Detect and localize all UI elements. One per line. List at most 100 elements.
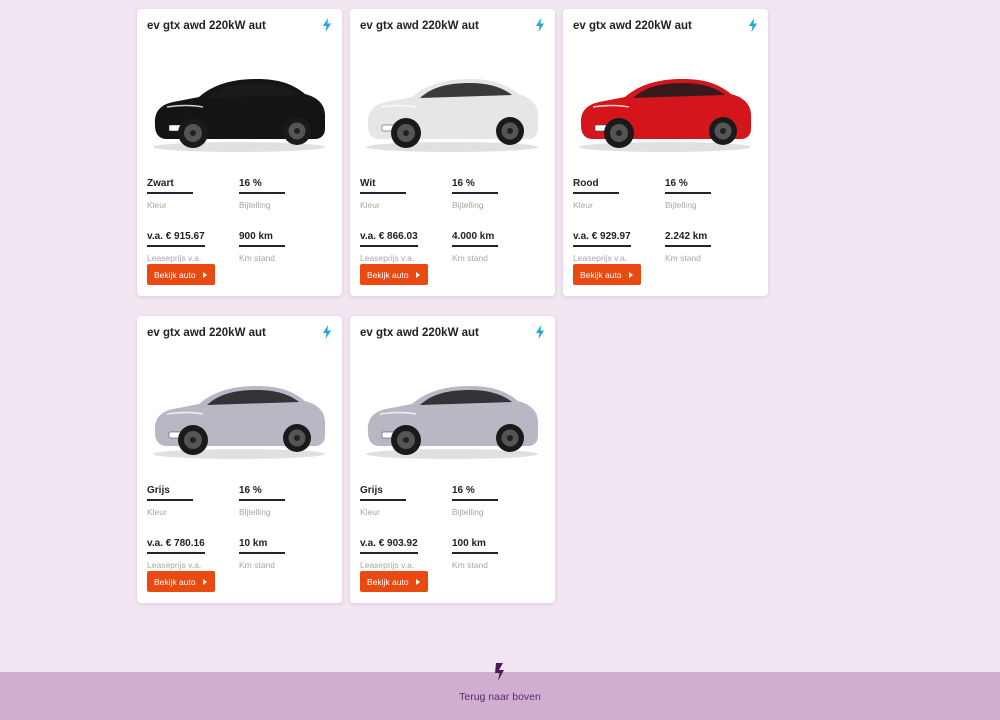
spec-km-value: 2.242 km xyxy=(665,231,711,247)
spec-price-value: v.a. € 929.97 xyxy=(573,231,631,247)
spec-price: v.a. € 929.97 Leaseprijs v.a. xyxy=(573,226,665,263)
caret-right-icon xyxy=(202,271,207,278)
car-image[interactable] xyxy=(573,55,758,155)
car-specs: Grijs Kleur 16 % Bijtelling v.a. € 903.9… xyxy=(360,480,545,570)
spec-color-label: Kleur xyxy=(360,200,380,210)
spec-color: Grijs Kleur xyxy=(360,480,452,517)
car-card: ev gtx awd 220kW aut Rood Kleur 16 % Bij… xyxy=(563,9,768,296)
spec-km-label: Km stand xyxy=(452,560,488,570)
spec-color: Rood Kleur xyxy=(573,173,665,210)
spec-price: v.a. € 903.92 Leaseprijs v.a. xyxy=(360,533,452,570)
bolt-icon[interactable] xyxy=(493,663,507,681)
spec-km-label: Km stand xyxy=(239,253,275,263)
car-title[interactable]: ev gtx awd 220kW aut xyxy=(573,19,743,33)
caret-right-icon xyxy=(202,578,207,585)
car-title[interactable]: ev gtx awd 220kW aut xyxy=(147,326,317,340)
spec-km: 10 km Km stand xyxy=(239,533,331,570)
caret-right-icon xyxy=(415,578,420,585)
car-image[interactable] xyxy=(360,362,545,462)
spec-price-value: v.a. € 915.67 xyxy=(147,231,205,247)
spec-tax: 16 % Bijtelling xyxy=(239,173,331,210)
spec-price-label: Leaseprijs v.a. xyxy=(147,560,202,570)
car-image[interactable] xyxy=(147,362,332,462)
spec-km-value: 900 km xyxy=(239,231,285,247)
car-title[interactable]: ev gtx awd 220kW aut xyxy=(360,326,530,340)
view-car-button[interactable]: Bekijk auto xyxy=(360,264,428,285)
spec-price-label: Leaseprijs v.a. xyxy=(360,560,415,570)
view-car-button[interactable]: Bekijk auto xyxy=(573,264,641,285)
spec-tax: 16 % Bijtelling xyxy=(239,480,331,517)
spec-color-value: Wit xyxy=(360,178,406,194)
car-grid: ev gtx awd 220kW aut Zwart Kleur 16 % Bi… xyxy=(137,9,777,603)
spec-color: Zwart Kleur xyxy=(147,173,239,210)
spec-km-label: Km stand xyxy=(665,253,701,263)
spec-color-label: Kleur xyxy=(360,507,380,517)
car-title[interactable]: ev gtx awd 220kW aut xyxy=(360,19,530,33)
back-to-top-link[interactable]: Terug naar boven xyxy=(0,691,1000,703)
spec-price: v.a. € 915.67 Leaseprijs v.a. xyxy=(147,226,239,263)
caret-right-icon xyxy=(415,271,420,278)
spec-price: v.a. € 780.16 Leaseprijs v.a. xyxy=(147,533,239,570)
spec-tax-label: Bijtelling xyxy=(452,507,484,517)
spec-price: v.a. € 866.03 Leaseprijs v.a. xyxy=(360,226,452,263)
spec-color-label: Kleur xyxy=(147,507,167,517)
bolt-icon xyxy=(749,18,757,32)
spec-price-label: Leaseprijs v.a. xyxy=(573,253,628,263)
spec-km-value: 10 km xyxy=(239,538,285,554)
car-card: ev gtx awd 220kW aut Grijs Kleur 16 % Bi… xyxy=(350,316,555,603)
car-specs: Wit Kleur 16 % Bijtelling v.a. € 866.03 … xyxy=(360,173,545,263)
spec-tax: 16 % Bijtelling xyxy=(452,173,544,210)
spec-tax-value: 16 % xyxy=(239,178,285,194)
bolt-icon xyxy=(536,325,544,339)
view-car-button-label: Bekijk auto xyxy=(367,576,409,587)
spec-tax: 16 % Bijtelling xyxy=(452,480,544,517)
spec-price-value: v.a. € 903.92 xyxy=(360,538,418,554)
caret-right-icon xyxy=(628,271,633,278)
spec-color-value: Grijs xyxy=(147,485,193,501)
spec-tax-value: 16 % xyxy=(239,485,285,501)
car-image[interactable] xyxy=(360,55,545,155)
view-car-button-label: Bekijk auto xyxy=(367,269,409,280)
spec-color-value: Zwart xyxy=(147,178,193,194)
view-car-button-label: Bekijk auto xyxy=(154,269,196,280)
car-card: ev gtx awd 220kW aut Wit Kleur 16 % Bijt… xyxy=(350,9,555,296)
spec-color-label: Kleur xyxy=(573,200,593,210)
car-card: ev gtx awd 220kW aut Grijs Kleur 16 % Bi… xyxy=(137,316,342,603)
spec-tax-label: Bijtelling xyxy=(452,200,484,210)
spec-km-label: Km stand xyxy=(239,560,275,570)
car-specs: Grijs Kleur 16 % Bijtelling v.a. € 780.1… xyxy=(147,480,332,570)
bolt-icon xyxy=(323,325,331,339)
car-card: ev gtx awd 220kW aut Zwart Kleur 16 % Bi… xyxy=(137,9,342,296)
car-specs: Zwart Kleur 16 % Bijtelling v.a. € 915.6… xyxy=(147,173,332,263)
spec-km: 900 km Km stand xyxy=(239,226,331,263)
spec-color-label: Kleur xyxy=(147,200,167,210)
spec-price-value: v.a. € 866.03 xyxy=(360,231,418,247)
spec-price-value: v.a. € 780.16 xyxy=(147,538,205,554)
bolt-icon xyxy=(536,18,544,32)
spec-km: 2.242 km Km stand xyxy=(665,226,757,263)
spec-tax-value: 16 % xyxy=(665,178,711,194)
spec-tax-value: 16 % xyxy=(452,485,498,501)
spec-tax-label: Bijtelling xyxy=(665,200,697,210)
spec-color: Grijs Kleur xyxy=(147,480,239,517)
spec-color-value: Grijs xyxy=(360,485,406,501)
spec-tax-value: 16 % xyxy=(452,178,498,194)
view-car-button[interactable]: Bekijk auto xyxy=(147,264,215,285)
car-specs: Rood Kleur 16 % Bijtelling v.a. € 929.97… xyxy=(573,173,758,263)
spec-price-label: Leaseprijs v.a. xyxy=(147,253,202,263)
bolt-icon xyxy=(323,18,331,32)
spec-km-value: 100 km xyxy=(452,538,498,554)
spec-color-value: Rood xyxy=(573,178,619,194)
car-title[interactable]: ev gtx awd 220kW aut xyxy=(147,19,317,33)
spec-km-label: Km stand xyxy=(452,253,488,263)
view-car-button-label: Bekijk auto xyxy=(580,269,622,280)
spec-tax-label: Bijtelling xyxy=(239,200,271,210)
view-car-button[interactable]: Bekijk auto xyxy=(147,571,215,592)
spec-color: Wit Kleur xyxy=(360,173,452,210)
view-car-button[interactable]: Bekijk auto xyxy=(360,571,428,592)
view-car-button-label: Bekijk auto xyxy=(154,576,196,587)
spec-price-label: Leaseprijs v.a. xyxy=(360,253,415,263)
car-image[interactable] xyxy=(147,55,332,155)
spec-km: 4.000 km Km stand xyxy=(452,226,544,263)
spec-tax-label: Bijtelling xyxy=(239,507,271,517)
